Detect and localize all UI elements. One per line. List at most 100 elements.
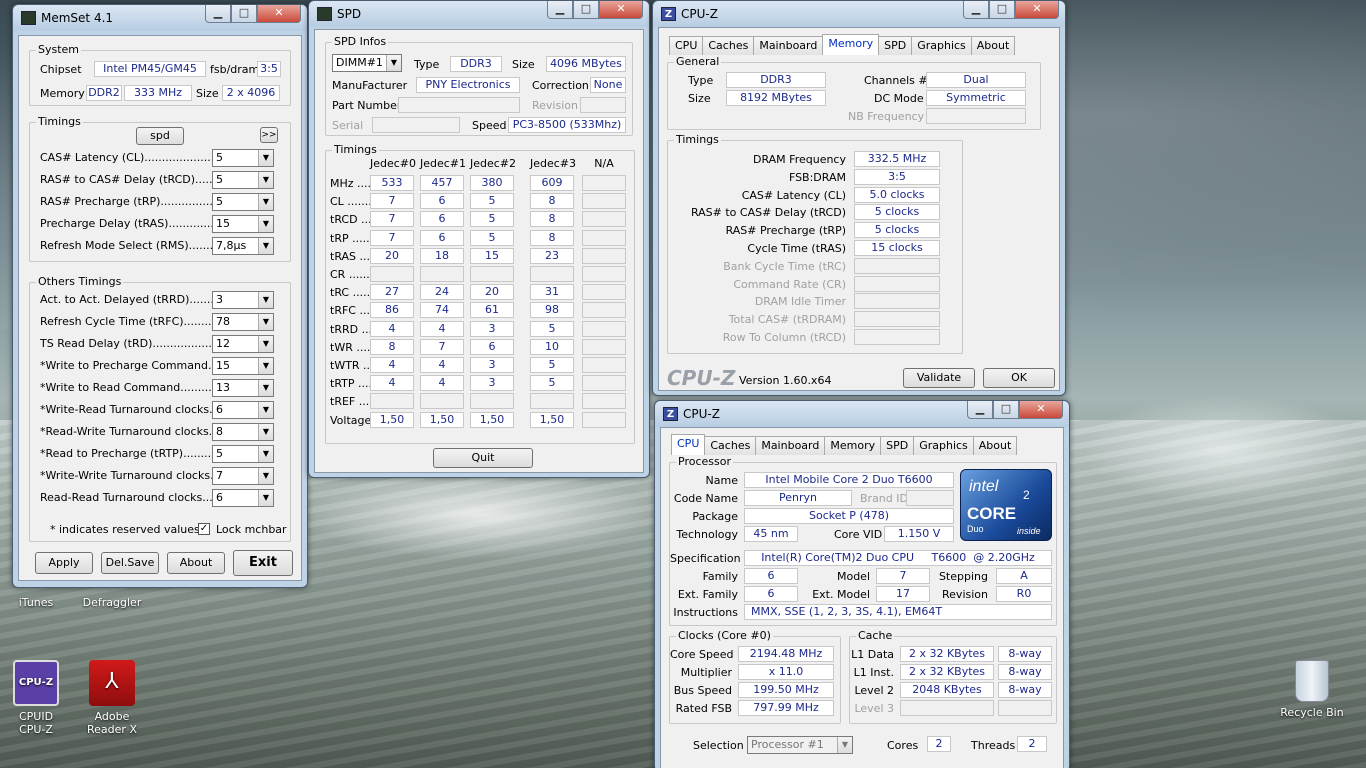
timing-select[interactable]: 15 ▼ [212, 357, 274, 375]
intel-core2-duo-badge: intel 2 CORE Duo inside [960, 469, 1052, 541]
maximize-button[interactable]: □ [231, 5, 257, 23]
timing-label: Refresh Mode Select (RMS).............. [40, 239, 238, 252]
cpu-name-value: Intel Mobile Core 2 Duo T6600 [744, 472, 954, 488]
jedec-header: N/A [594, 157, 614, 170]
timing-select-value: 78 [216, 315, 230, 328]
desktop-icon-defraggler[interactable]: Defraggler [76, 596, 148, 609]
close-button[interactable]: ✕ [257, 5, 301, 23]
ok-button[interactable]: OK [983, 368, 1055, 388]
timing-select[interactable]: 5 ▼ [212, 149, 274, 167]
tab-memory[interactable]: Memory [822, 34, 880, 55]
timing-select[interactable]: 7,8µs ▼ [212, 237, 274, 255]
timing-select-value: 5 [216, 195, 223, 208]
desktop-icon-adobe-reader[interactable]: ⅄ Adobe Reader X [76, 660, 148, 736]
memory-type-value: DDR2 [86, 85, 122, 101]
spd-cell: 6 [420, 229, 464, 246]
timing-select[interactable]: 5 ▼ [212, 445, 274, 463]
processor-select[interactable]: Processor #1 ▼ [747, 736, 853, 754]
timing-select[interactable]: 13 ▼ [212, 379, 274, 397]
tab-cpu[interactable]: CPU [671, 434, 706, 455]
spd-button[interactable]: spd [136, 127, 184, 145]
model-label: Model [836, 570, 870, 583]
tab-memory[interactable]: Memory [824, 436, 882, 455]
threads-value: 2 [1017, 736, 1047, 752]
timing-select-value: 7,8µs [216, 239, 247, 252]
tab-spd[interactable]: SPD [878, 36, 913, 55]
maximize-button[interactable]: □ [993, 401, 1019, 419]
spd-cell: 20 [470, 284, 514, 301]
desktop-icon-itunes[interactable]: iTunes [0, 596, 72, 609]
mem-timing-label: Command Rate (CR) [733, 277, 846, 291]
timing-label: *Read to Precharge (tRTP)............... [40, 447, 236, 460]
dimm-select[interactable]: DIMM#1 ▼ [332, 54, 402, 72]
cpuz-cpu-titlebar[interactable]: Z CPU-Z ▁ □ ✕ [655, 401, 1069, 427]
maximize-button[interactable]: □ [989, 1, 1015, 19]
ext-model-label: Ext. Model [812, 588, 870, 601]
timing-select[interactable]: 8 ▼ [212, 423, 274, 441]
about-button[interactable]: About [167, 552, 225, 574]
spd-infos-title: SPD Infos [332, 35, 389, 48]
memset-titlebar[interactable]: MemSet 4.1 ▁ □ ✕ [13, 5, 307, 31]
cache-label: Level 2 [854, 684, 894, 697]
cache-size: 2048 KBytes [900, 682, 994, 698]
desktop-icon-cpuz[interactable]: CPU-Z CPUID CPU-Z [0, 660, 72, 736]
mem-timing-value [854, 311, 940, 328]
tab-caches[interactable]: Caches [704, 436, 757, 455]
minimize-button[interactable]: ▁ [963, 1, 989, 19]
timing-select[interactable]: 15 ▼ [212, 215, 274, 233]
chevron-down-icon: ▼ [258, 490, 273, 506]
exit-button[interactable]: Exit [233, 550, 293, 576]
close-button[interactable]: ✕ [599, 1, 643, 19]
timing-select[interactable]: 3 ▼ [212, 291, 274, 309]
timing-select[interactable]: 78 ▼ [212, 313, 274, 331]
memset-app-icon [21, 11, 36, 25]
stepping-value: A [996, 568, 1052, 584]
tab-about[interactable]: About [970, 36, 1016, 55]
tab-spd[interactable]: SPD [880, 436, 915, 455]
spd-cell: 4 [370, 357, 414, 373]
timing-select[interactable]: 6 ▼ [212, 489, 274, 507]
minimize-button[interactable]: ▁ [547, 1, 573, 19]
cpuz-memory-titlebar[interactable]: Z CPU-Z ▁ □ ✕ [653, 1, 1065, 27]
spd-cell: 8 [530, 193, 574, 210]
tab-graphics[interactable]: Graphics [913, 436, 974, 455]
lock-mchbar-checkbox[interactable]: ✓ [198, 523, 210, 535]
tab-graphics[interactable]: Graphics [911, 36, 972, 55]
tab-mainboard[interactable]: Mainboard [755, 436, 826, 455]
timing-select[interactable]: 5 ▼ [212, 193, 274, 211]
validate-button[interactable]: Validate [903, 368, 975, 388]
channels-label: Channels # [864, 74, 928, 87]
intel-logo-text: intel [969, 478, 999, 495]
tab-about[interactable]: About [972, 436, 1018, 455]
maximize-button[interactable]: □ [573, 1, 599, 19]
core-vid-label: Core VID [834, 528, 883, 541]
spd-titlebar[interactable]: SPD ▁ □ ✕ [309, 1, 649, 27]
chevron-down-icon: ▼ [837, 737, 852, 753]
timing-select-value: 6 [216, 403, 223, 416]
tab-cpu[interactable]: CPU [669, 36, 704, 55]
spd-cell: 5 [530, 320, 574, 337]
delsave-button[interactable]: Del.Save [101, 552, 159, 574]
tab-caches[interactable]: Caches [702, 36, 755, 55]
timing-select[interactable]: 6 ▼ [212, 401, 274, 419]
minimize-button[interactable]: ▁ [205, 5, 231, 23]
cache-way [998, 700, 1052, 716]
tab-mainboard[interactable]: Mainboard [753, 36, 824, 55]
version-label: Version 1.60.x64 [739, 374, 832, 387]
timing-select[interactable]: 7 ▼ [212, 467, 274, 485]
timing-select[interactable]: 12 ▼ [212, 335, 274, 353]
mem-timing-value [854, 257, 940, 274]
cache-size: 2 x 32 KBytes [900, 646, 994, 662]
minimize-button[interactable]: ▁ [967, 401, 993, 419]
apply-button[interactable]: Apply [35, 552, 93, 574]
quit-button[interactable]: Quit [433, 448, 533, 468]
spd-cell: 5 [470, 211, 514, 228]
close-button[interactable]: ✕ [1019, 401, 1063, 419]
instructions-label: Instructions [673, 606, 738, 619]
more-button[interactable]: >> [260, 127, 278, 143]
close-button[interactable]: ✕ [1015, 1, 1059, 19]
part-number-value [398, 97, 520, 113]
desktop-icon-recycle-bin[interactable]: Recycle Bin [1276, 660, 1348, 719]
timing-select[interactable]: 5 ▼ [212, 171, 274, 189]
core-speed-value: 2194.48 MHz [738, 646, 834, 662]
